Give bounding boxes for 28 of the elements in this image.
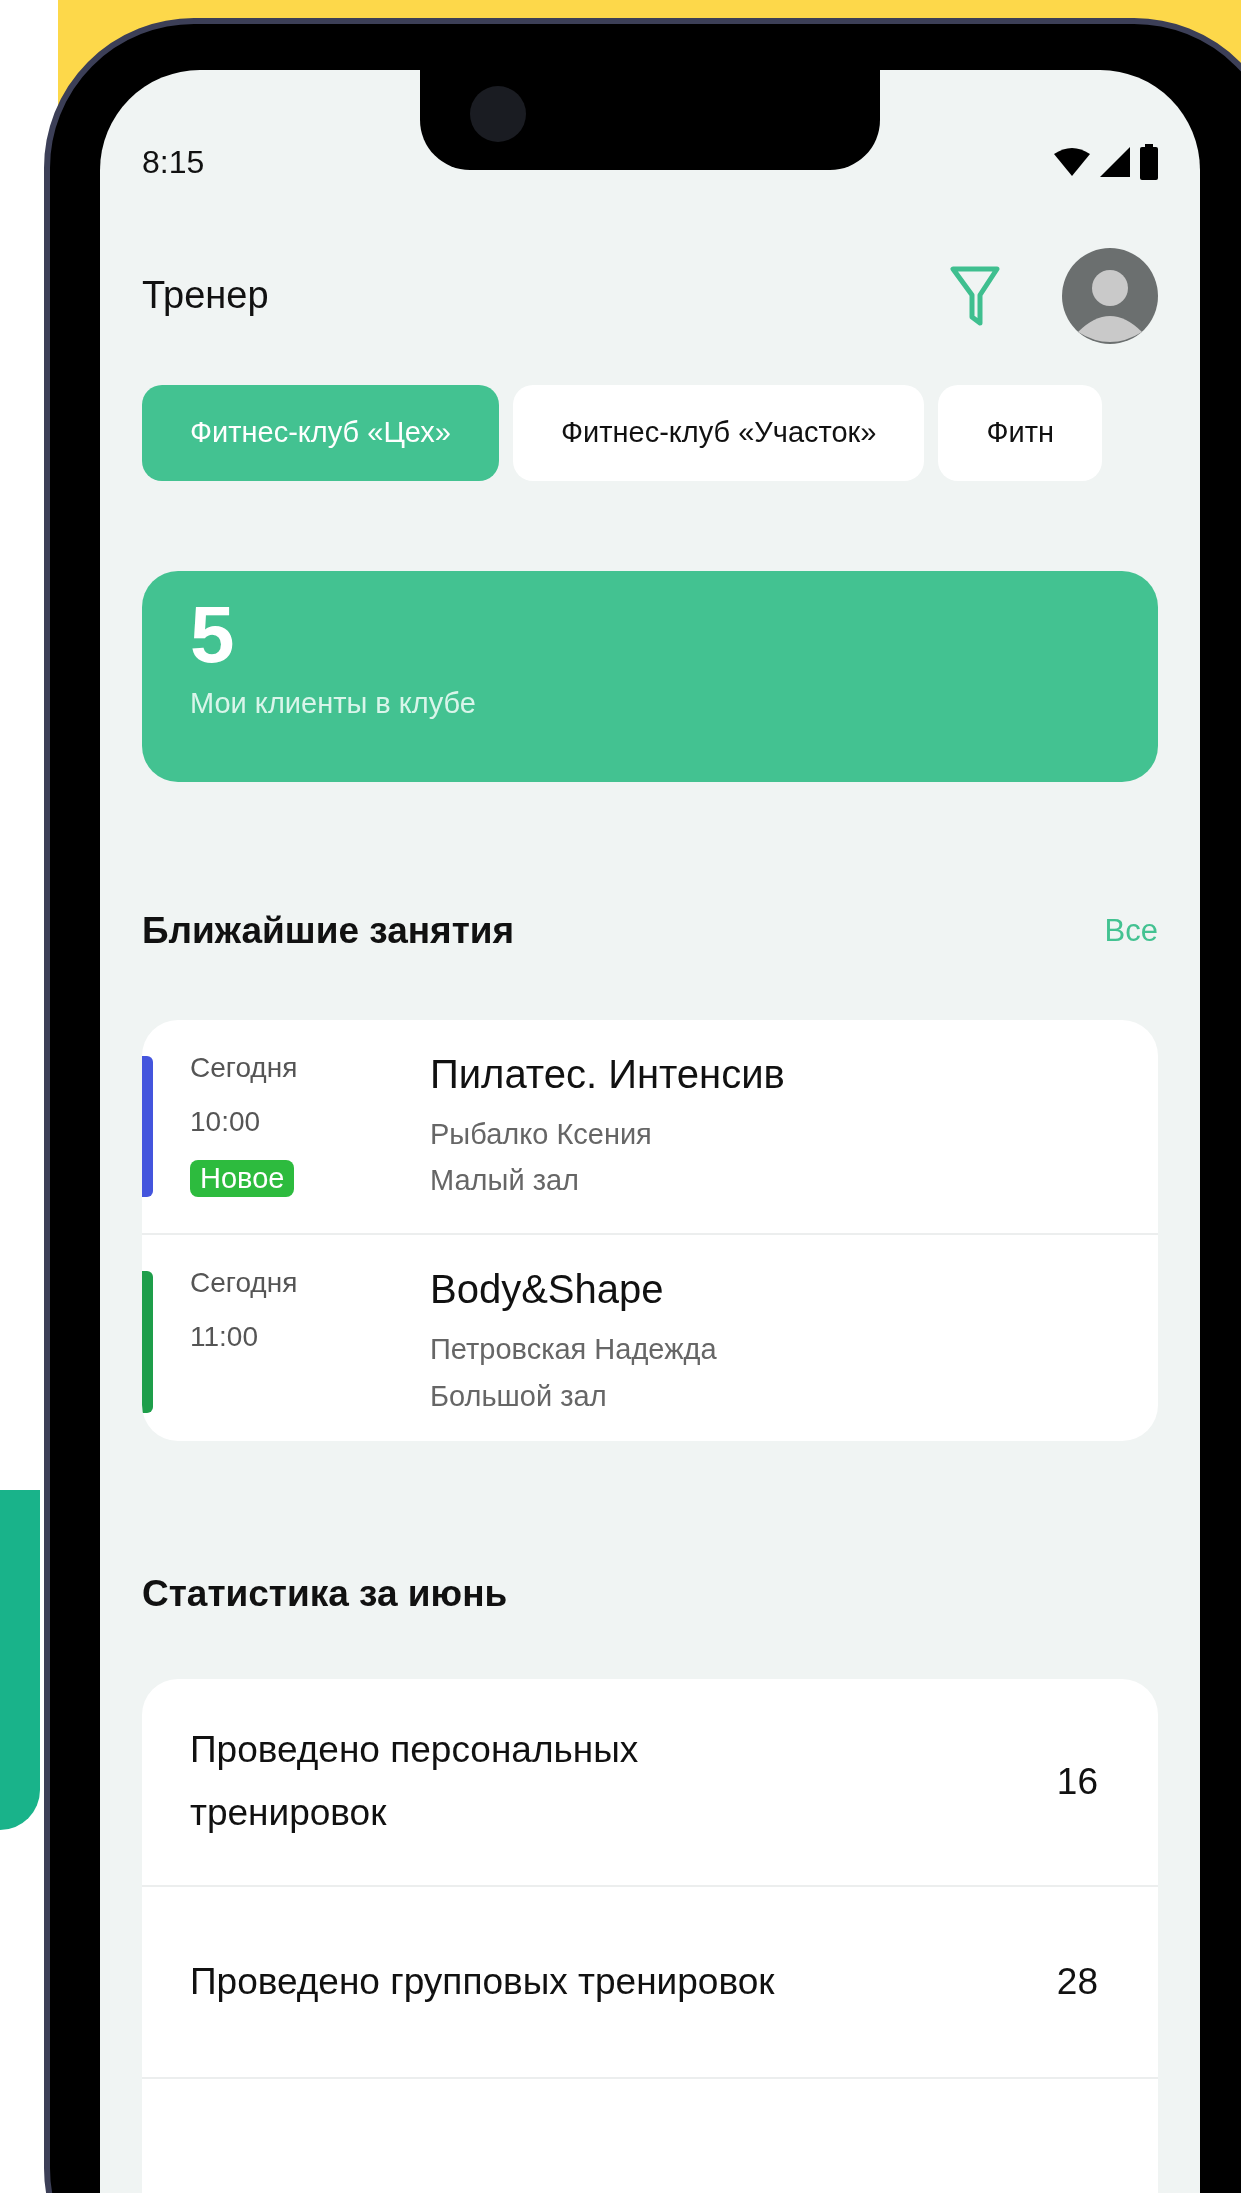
clients-count: 5	[190, 590, 236, 679]
stat-value: 28	[1056, 1961, 1098, 2004]
lesson-time: 11:00	[190, 1321, 259, 1354]
club-tab[interactable]: Фитн	[938, 384, 1102, 481]
section-title: Статистика за июнь	[142, 1573, 508, 1616]
lesson-title[interactable]: Body&Shape	[430, 1267, 717, 1313]
signal-icon	[1100, 147, 1130, 178]
lesson-time: 10:00	[190, 1105, 262, 1138]
new-badge: Новое	[190, 1159, 295, 1197]
lesson-day: Сегодня	[190, 1051, 430, 1084]
stat-label: Проведено групповых тренировок	[190, 1959, 775, 2004]
stat-value: 16	[1056, 1761, 1098, 1804]
lesson-trainer: Рыбалко Ксения	[430, 1116, 653, 1152]
battery-icon	[1140, 144, 1158, 181]
lesson-room: Малый зал	[430, 1163, 580, 1199]
lesson-day: Сегодня	[190, 1267, 430, 1300]
lesson-trainer: Петровская Надежда	[430, 1332, 717, 1368]
clients-label: Мои клиенты в клубе	[190, 686, 477, 720]
lesson-room: Большой зал	[430, 1378, 608, 1414]
wifi-icon	[1054, 148, 1090, 177]
screen-title: Тренер	[142, 274, 270, 318]
status-time: 8:15	[142, 143, 205, 181]
avatar-icon[interactable]	[1062, 247, 1158, 344]
club-tab[interactable]: Фитнес-клуб «Участок»	[512, 384, 925, 481]
stat-label: Проведено персональных тренировок	[190, 1728, 640, 1836]
section-title: Ближайшие занятия	[142, 909, 515, 952]
lesson-title[interactable]: Пилатес. Интенсив	[430, 1051, 785, 1097]
camera-icon	[470, 86, 526, 142]
